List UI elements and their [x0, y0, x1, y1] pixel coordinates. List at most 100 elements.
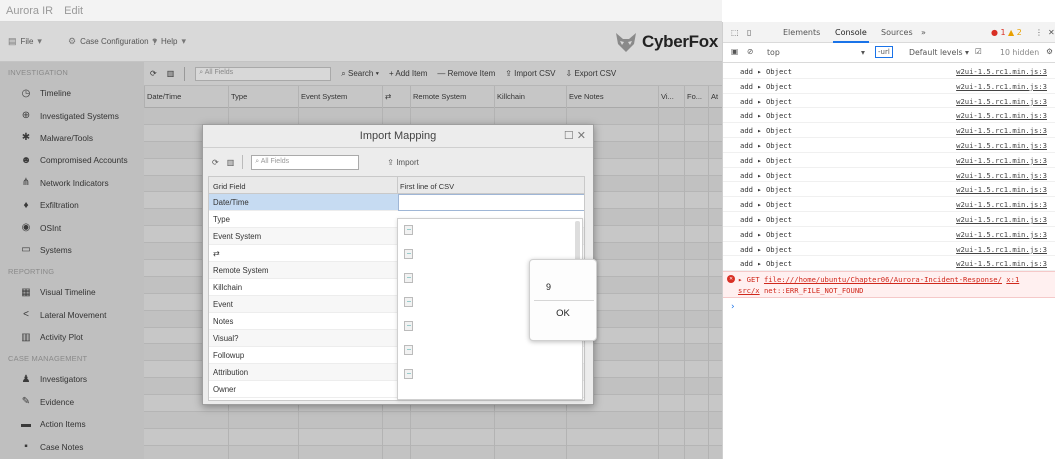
column-header[interactable]: First line of CSV	[400, 182, 454, 191]
columns-icon[interactable]: ▥	[167, 69, 175, 78]
log-message[interactable]: add ▸ Object	[740, 126, 792, 135]
log-message[interactable]: add ▸ Object	[740, 259, 792, 268]
log-message[interactable]: add ▸ Object	[740, 245, 792, 254]
help-menu[interactable]: ? Help ▾	[152, 36, 186, 47]
tab-sources[interactable]: Sources	[881, 28, 913, 37]
error-count-badge[interactable]: ● 1	[991, 28, 1006, 37]
log-source-link[interactable]: w2ui-1.5.rc1.min.js:3	[956, 156, 1047, 165]
log-source-link[interactable]: w2ui-1.5.rc1.min.js:3	[956, 215, 1047, 224]
import-button[interactable]: ⇪ Import	[387, 158, 419, 167]
table-row[interactable]	[144, 108, 722, 125]
log-message[interactable]: add ▸ Object	[740, 200, 792, 209]
log-source-link[interactable]: w2ui-1.5.rc1.min.js:3	[956, 200, 1047, 209]
dropdown-option[interactable]	[398, 219, 582, 243]
kebab-menu-icon[interactable]: ⋮	[1035, 28, 1043, 37]
log-message[interactable]: add ▸ Object	[740, 185, 792, 194]
error-url-continued[interactable]: src/x	[738, 286, 760, 295]
mapping-row-selected[interactable]: Date/Time	[209, 194, 584, 211]
sidebar-item-lateral-movement[interactable]: < Lateral Movement	[0, 304, 144, 326]
export-csv-button[interactable]: ⇩ Export CSV	[566, 69, 617, 78]
column-header[interactable]: Type	[228, 86, 298, 108]
reload-icon[interactable]: ⟳	[150, 69, 157, 78]
log-source-link[interactable]: w2ui-1.5.rc1.min.js:3	[956, 111, 1047, 120]
sidebar-item-activity-plot[interactable]: ▥ Activity Plot	[0, 326, 144, 348]
console-filter-input[interactable]: -url	[875, 46, 893, 58]
column-header[interactable]: Remote System	[410, 86, 494, 108]
log-message[interactable]: add ▸ Object	[740, 111, 792, 120]
column-header[interactable]: Vi...	[658, 86, 684, 108]
table-row[interactable]	[144, 412, 722, 429]
sidebar-toggle-icon[interactable]: ▣	[731, 47, 738, 56]
sidebar-item-osint[interactable]: ◉ OSInt	[0, 216, 144, 238]
sidebar-item-network-indicators[interactable]: ⋔ Network Indicators	[0, 172, 144, 194]
column-header[interactable]: Grid Field	[213, 182, 246, 191]
close-icon[interactable]: ✕	[1048, 28, 1055, 37]
column-header[interactable]: Killchain	[494, 86, 566, 108]
log-source-link[interactable]: w2ui-1.5.rc1.min.js:3	[956, 126, 1047, 135]
dropdown-option[interactable]	[398, 339, 582, 363]
context-selector[interactable]: top	[767, 48, 780, 57]
warning-count-badge[interactable]: ▲ 2	[1008, 28, 1022, 37]
sidebar-item-investigators[interactable]: ♟ Investigators	[0, 368, 144, 390]
inspect-icon[interactable]: ⬚	[731, 28, 739, 37]
tab-elements[interactable]: Elements	[783, 28, 820, 37]
close-icon[interactable]: ✕	[577, 130, 586, 142]
sidebar-item-visual-timeline[interactable]: ▦ Visual Timeline	[0, 281, 144, 303]
log-message[interactable]: add ▸ Object	[740, 171, 792, 180]
reload-icon[interactable]: ⟳	[212, 158, 219, 167]
log-message[interactable]: add ▸ Object	[740, 156, 792, 165]
sidebar-item-evidence[interactable]: ✎ Evidence	[0, 391, 144, 413]
clear-console-icon[interactable]: ⊘	[747, 47, 754, 56]
device-toggle-icon[interactable]: ▯	[747, 28, 751, 37]
add-item-button[interactable]: + Add Item	[389, 69, 427, 78]
columns-icon[interactable]: ▥	[227, 158, 235, 167]
grid-search-input[interactable]: ⌕ All Fields	[195, 66, 332, 81]
log-levels-dropdown[interactable]: Default levels ▾	[909, 48, 969, 57]
dropdown-option[interactable]	[398, 363, 582, 387]
edit-menu[interactable]: Edit	[64, 5, 83, 17]
column-header[interactable]: Eve Notes	[566, 86, 658, 108]
dialog-search-input[interactable]: ⌕ All Fields	[251, 154, 360, 170]
table-row[interactable]	[144, 428, 722, 446]
log-message[interactable]: add ▸ Object	[740, 67, 792, 76]
sidebar-item-case-notes[interactable]: ▪ Case Notes	[0, 435, 144, 457]
log-source-link[interactable]: w2ui-1.5.rc1.min.js:3	[956, 185, 1047, 194]
error-method[interactable]: ▸ GET	[738, 275, 760, 284]
import-csv-button[interactable]: ⇪ Import CSV	[505, 69, 555, 78]
column-header[interactable]: Fo...	[684, 86, 708, 108]
error-url-link[interactable]: file:///home/ubuntu/Chapter06/Aurora-Inc…	[764, 275, 1002, 284]
column-header[interactable]: ⇄	[382, 86, 410, 108]
log-source-link[interactable]: w2ui-1.5.rc1.min.js:3	[956, 259, 1047, 268]
log-message[interactable]: add ▸ Object	[740, 215, 792, 224]
tab-console[interactable]: Console	[833, 28, 869, 43]
sidebar-item-malware-tools[interactable]: ✱ Malware/Tools	[0, 127, 144, 149]
sidebar-item-timeline[interactable]: ◷ Timeline	[0, 82, 144, 104]
log-source-link[interactable]: w2ui-1.5.rc1.min.js:3	[956, 82, 1047, 91]
remove-item-button[interactable]: — Remove Item	[437, 69, 495, 78]
column-header[interactable]: Event System	[298, 86, 382, 108]
sidebar-item-compromised-accounts[interactable]: ☻ Compromised Accounts	[0, 149, 144, 171]
settings-icon[interactable]: ⚙	[1046, 47, 1053, 56]
log-source-link[interactable]: w2ui-1.5.rc1.min.js:3	[956, 141, 1047, 150]
csv-field-editor[interactable]	[398, 194, 584, 211]
column-header[interactable]: Date/Time	[144, 86, 228, 108]
log-message[interactable]: add ▸ Object	[740, 230, 792, 239]
error-source-link[interactable]: x:1	[1006, 275, 1019, 284]
console-prompt-row[interactable]: ›	[723, 298, 1055, 314]
search-button[interactable]: ⌕ Search ▾	[341, 69, 379, 79]
checkbox-icon[interactable]: ☑	[975, 47, 982, 56]
log-source-link[interactable]: w2ui-1.5.rc1.min.js:3	[956, 245, 1047, 254]
log-source-link[interactable]: w2ui-1.5.rc1.min.js:3	[956, 67, 1047, 76]
log-source-link[interactable]: w2ui-1.5.rc1.min.js:3	[956, 171, 1047, 180]
log-message[interactable]: add ▸ Object	[740, 97, 792, 106]
case-configuration-menu[interactable]: ⚙ Case Configuration ▾	[68, 36, 157, 47]
file-menu[interactable]: ▤ File ▾	[8, 36, 42, 47]
log-source-link[interactable]: w2ui-1.5.rc1.min.js:3	[956, 230, 1047, 239]
column-header[interactable]: At	[708, 86, 722, 108]
sidebar-item-systems[interactable]: ▭ Systems	[0, 239, 144, 261]
log-source-link[interactable]: w2ui-1.5.rc1.min.js:3	[956, 97, 1047, 106]
sidebar-item-action-items[interactable]: ▬ Action Items	[0, 413, 144, 435]
log-message[interactable]: add ▸ Object	[740, 141, 792, 150]
sidebar-item-exfiltration[interactable]: ♦ Exfiltration	[0, 194, 144, 216]
sidebar-item-investigated-systems[interactable]: ⊕ Investigated Systems	[0, 104, 144, 126]
